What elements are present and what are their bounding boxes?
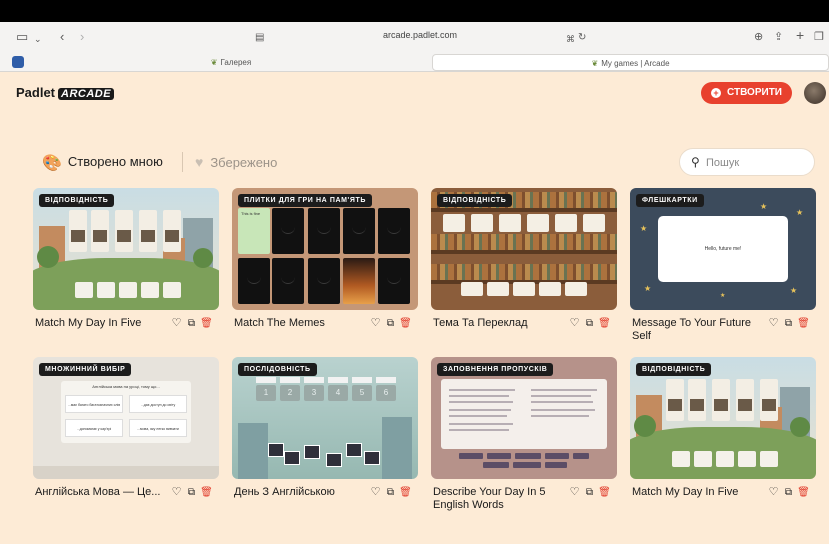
card-thumbnail[interactable]: ВІДПОВІДНІСТЬ <box>630 357 816 479</box>
delete-icon[interactable]: 🗑 <box>796 317 811 330</box>
chevron-down-icon[interactable]: ⌄ <box>34 31 42 47</box>
save-heart-icon[interactable]: ♡ <box>567 317 582 330</box>
filter-saved[interactable]: ♥ Збережено <box>195 152 277 173</box>
heart-icon: ♥ <box>195 154 204 170</box>
game-type-tag: ЗАПОВНЕННЯ ПРОПУСКІВ <box>437 363 554 376</box>
card-actions: ♡ ⧉ 🗑 <box>766 486 816 499</box>
page-menu-icon[interactable]: ▤ <box>255 30 264 46</box>
game-type-tag: ПЛИТКИ ДЛЯ ГРИ НА ПАМ'ЯТЬ <box>238 194 372 207</box>
padlet-leaf-icon: ❦ <box>210 58 218 67</box>
tabs-overview-icon[interactable]: ❐ <box>814 29 824 45</box>
browser-chrome: ▭ ⌄ ‹ › ▤ arcade.padlet.com ⌘ ↻ ⊕ ⇪ + ❐ … <box>0 22 829 72</box>
card-actions: ♡ ⧉ 🗑 <box>567 317 617 330</box>
card-title[interactable]: Англійська Мова — Це... <box>35 486 165 499</box>
card-thumbnail[interactable]: 1 2 3 4 5 6 ПОСЛІДОВНІСТЬ <box>232 357 418 479</box>
translate-icon[interactable]: ⌘ <box>566 31 575 47</box>
game-type-tag: ПОСЛІДОВНІСТЬ <box>238 363 317 376</box>
card-actions: ♡ ⧉ 🗑 <box>169 317 219 330</box>
copy-icon[interactable]: ⧉ <box>383 486 398 499</box>
address-bar[interactable]: arcade.padlet.com <box>330 30 510 40</box>
copy-icon[interactable]: ⧉ <box>383 317 398 330</box>
card-thumbnail[interactable]: ВІДПОВІДНІСТЬ <box>431 188 617 310</box>
card-thumbnail[interactable]: ЗАПОВНЕННЯ ПРОПУСКІВ <box>431 357 617 479</box>
search-box[interactable]: ⚲ <box>679 148 815 176</box>
card-actions: ♡ ⧉ 🗑 <box>368 486 418 499</box>
delete-icon[interactable]: 🗑 <box>398 317 413 330</box>
filter-created-by-me[interactable]: 🎨 Створено мною <box>42 152 163 174</box>
save-heart-icon[interactable]: ♡ <box>766 486 781 499</box>
question-preview: Англійська мова на уроці, тому що... ...… <box>61 381 191 443</box>
card-thumbnail[interactable]: This is fine ПЛИТКИ ДЛЯ ГРИ НА ПАМ'ЯТЬ <box>232 188 418 310</box>
forward-icon[interactable]: › <box>80 29 84 45</box>
plus-icon: + <box>711 88 721 98</box>
padlet-leaf-icon: ❦ <box>591 59 599 68</box>
card-title[interactable]: Message To Your Future Self <box>632 317 762 343</box>
card-thumbnail[interactable]: ВІДПОВІДНІСТЬ <box>33 188 219 310</box>
palette-icon: 🎨 <box>42 155 62 172</box>
os-top-bar <box>0 0 829 22</box>
game-type-tag: ВІДПОВІДНІСТЬ <box>39 194 115 207</box>
card-actions: ♡ ⧉ 🗑 <box>766 317 816 330</box>
reload-icon[interactable]: ↻ <box>578 30 586 46</box>
game-type-tag: ВІДПОВІДНІСТЬ <box>636 363 712 376</box>
save-heart-icon[interactable]: ♡ <box>567 486 582 499</box>
card-actions: ♡ ⧉ 🗑 <box>169 486 219 499</box>
save-heart-icon[interactable]: ♡ <box>368 486 383 499</box>
delete-icon[interactable]: 🗑 <box>597 486 612 499</box>
back-icon[interactable]: ‹ <box>60 29 64 45</box>
save-heart-icon[interactable]: ♡ <box>169 317 184 330</box>
copy-icon[interactable]: ⧉ <box>184 486 199 499</box>
tab-gallery[interactable]: ❦ Галерея <box>30 54 432 71</box>
copy-icon[interactable]: ⧉ <box>184 317 199 330</box>
save-heart-icon[interactable]: ♡ <box>766 317 781 330</box>
game-type-tag: ВІДПОВІДНІСТЬ <box>437 194 513 207</box>
delete-icon[interactable]: 🗑 <box>796 486 811 499</box>
card-title[interactable]: Describe Your Day In 5 English Words <box>433 486 563 512</box>
flashcard-preview: Hello, future me! <box>658 216 788 282</box>
save-heart-icon[interactable]: ♡ <box>169 486 184 499</box>
card-actions: ♡ ⧉ 🗑 <box>368 317 418 330</box>
game-type-tag: ФЛЕШКАРТКИ <box>636 194 704 207</box>
card-actions: ♡ ⧉ 🗑 <box>567 486 617 499</box>
card-thumbnail[interactable]: ★ ★ ★ ★ ★ ★ Hello, future me! ФЛЕШКАРТКИ <box>630 188 816 310</box>
brand-logo[interactable]: Padlet ARCADE <box>16 85 115 100</box>
card-thumbnail[interactable]: Англійська мова на уроці, тому що... ...… <box>33 357 219 479</box>
copy-icon[interactable]: ⧉ <box>582 317 597 330</box>
card-title[interactable]: Match My Day In Five <box>632 486 762 499</box>
search-input[interactable] <box>706 154 806 171</box>
game-type-tag: МНОЖИННИЙ ВИБІР <box>39 363 132 376</box>
download-icon[interactable]: ⊕ <box>754 29 763 45</box>
card-title[interactable]: Тема Та Переклад <box>433 317 563 330</box>
save-heart-icon[interactable]: ♡ <box>368 317 383 330</box>
copy-icon[interactable]: ⧉ <box>582 486 597 499</box>
card-title[interactable]: Match The Memes <box>234 317 364 330</box>
delete-icon[interactable]: 🗑 <box>597 317 612 330</box>
new-tab-icon[interactable]: + <box>796 27 804 43</box>
copy-icon[interactable]: ⧉ <box>781 317 796 330</box>
sidebar-toggle-icon[interactable]: ▭ <box>16 29 28 45</box>
card-title[interactable]: Match My Day In Five <box>35 317 165 330</box>
delete-icon[interactable]: 🗑 <box>199 486 214 499</box>
search-icon: ⚲ <box>691 155 700 169</box>
user-avatar[interactable] <box>804 82 826 104</box>
delete-icon[interactable]: 🗑 <box>398 486 413 499</box>
create-button[interactable]: + СТВОРИТИ <box>701 82 792 104</box>
filter-divider <box>182 152 183 172</box>
tab-my-games[interactable]: ❦ My games | Arcade <box>432 54 829 71</box>
delete-icon[interactable]: 🗑 <box>199 317 214 330</box>
pinned-tab-icon[interactable] <box>12 56 24 68</box>
share-icon[interactable]: ⇪ <box>774 29 783 45</box>
copy-icon[interactable]: ⧉ <box>781 486 796 499</box>
card-title[interactable]: День З Англійською <box>234 486 364 499</box>
